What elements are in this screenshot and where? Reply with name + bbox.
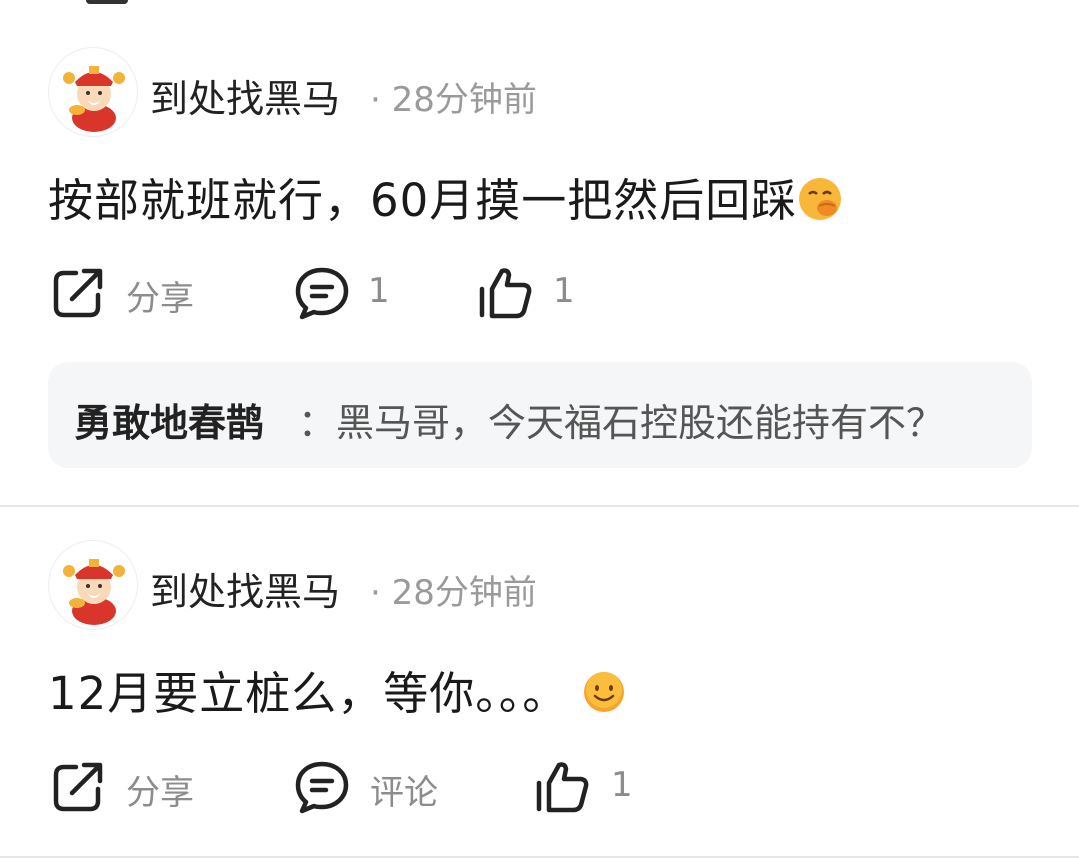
feed-post: 到处找黑马 · 28分钟前 按部就班就行，60月摸一把然后回踩 分享 1 1 勇… (0, 0, 1079, 507)
like-count[interactable]: 1 (553, 271, 575, 311)
share-icon[interactable] (50, 265, 106, 321)
like-count[interactable]: 1 (611, 765, 633, 805)
comment-count[interactable]: 1 (368, 271, 390, 311)
share-label[interactable]: 分享 (126, 271, 194, 320)
post-actions: 分享 评论 1 (0, 759, 1079, 819)
hand-over-mouth-emoji-icon (797, 176, 843, 233)
reply-username[interactable]: 勇敢地春鹊 (74, 392, 264, 447)
post-content-text: 按部就班就行，60月摸一把然后回踩 (48, 174, 798, 227)
reply-preview[interactable]: 勇敢地春鹊 ：黑马哥，今天福石控股还能持有不？ (48, 362, 1032, 468)
caishen-avatar-icon (63, 559, 125, 625)
thumbs-up-icon[interactable] (478, 265, 534, 321)
comment-icon[interactable] (294, 265, 350, 321)
post-content: 12月要立桩么，等你。。。 (48, 657, 626, 725)
author-name[interactable]: 到处找黑马 (150, 68, 340, 123)
post-content: 按部就班就行，60月摸一把然后回踩 (48, 164, 843, 233)
smiling-face-emoji-icon (582, 670, 626, 725)
comment-icon[interactable] (294, 759, 350, 815)
comment-label[interactable]: 评论 (370, 765, 438, 814)
author-avatar[interactable] (48, 540, 138, 630)
post-actions: 分享 1 1 (0, 265, 1079, 325)
post-time: · 28分钟前 (370, 80, 537, 120)
thumbs-up-icon[interactable] (535, 759, 591, 815)
author-avatar[interactable] (48, 47, 138, 137)
author-name[interactable]: 到处找黑马 (150, 561, 340, 616)
share-icon[interactable] (50, 759, 106, 815)
share-label[interactable]: 分享 (126, 765, 194, 814)
caishen-avatar-icon (63, 66, 125, 132)
post-content-text: 12月要立桩么，等你。。。 (48, 667, 569, 720)
feed-post: 到处找黑马 · 28分钟前 12月要立桩么，等你。。。 分享 评论 1 (0, 507, 1079, 858)
reply-text: ：黑马哥，今天福石控股还能持有不？ (298, 401, 945, 445)
post-time: · 28分钟前 (370, 573, 537, 613)
